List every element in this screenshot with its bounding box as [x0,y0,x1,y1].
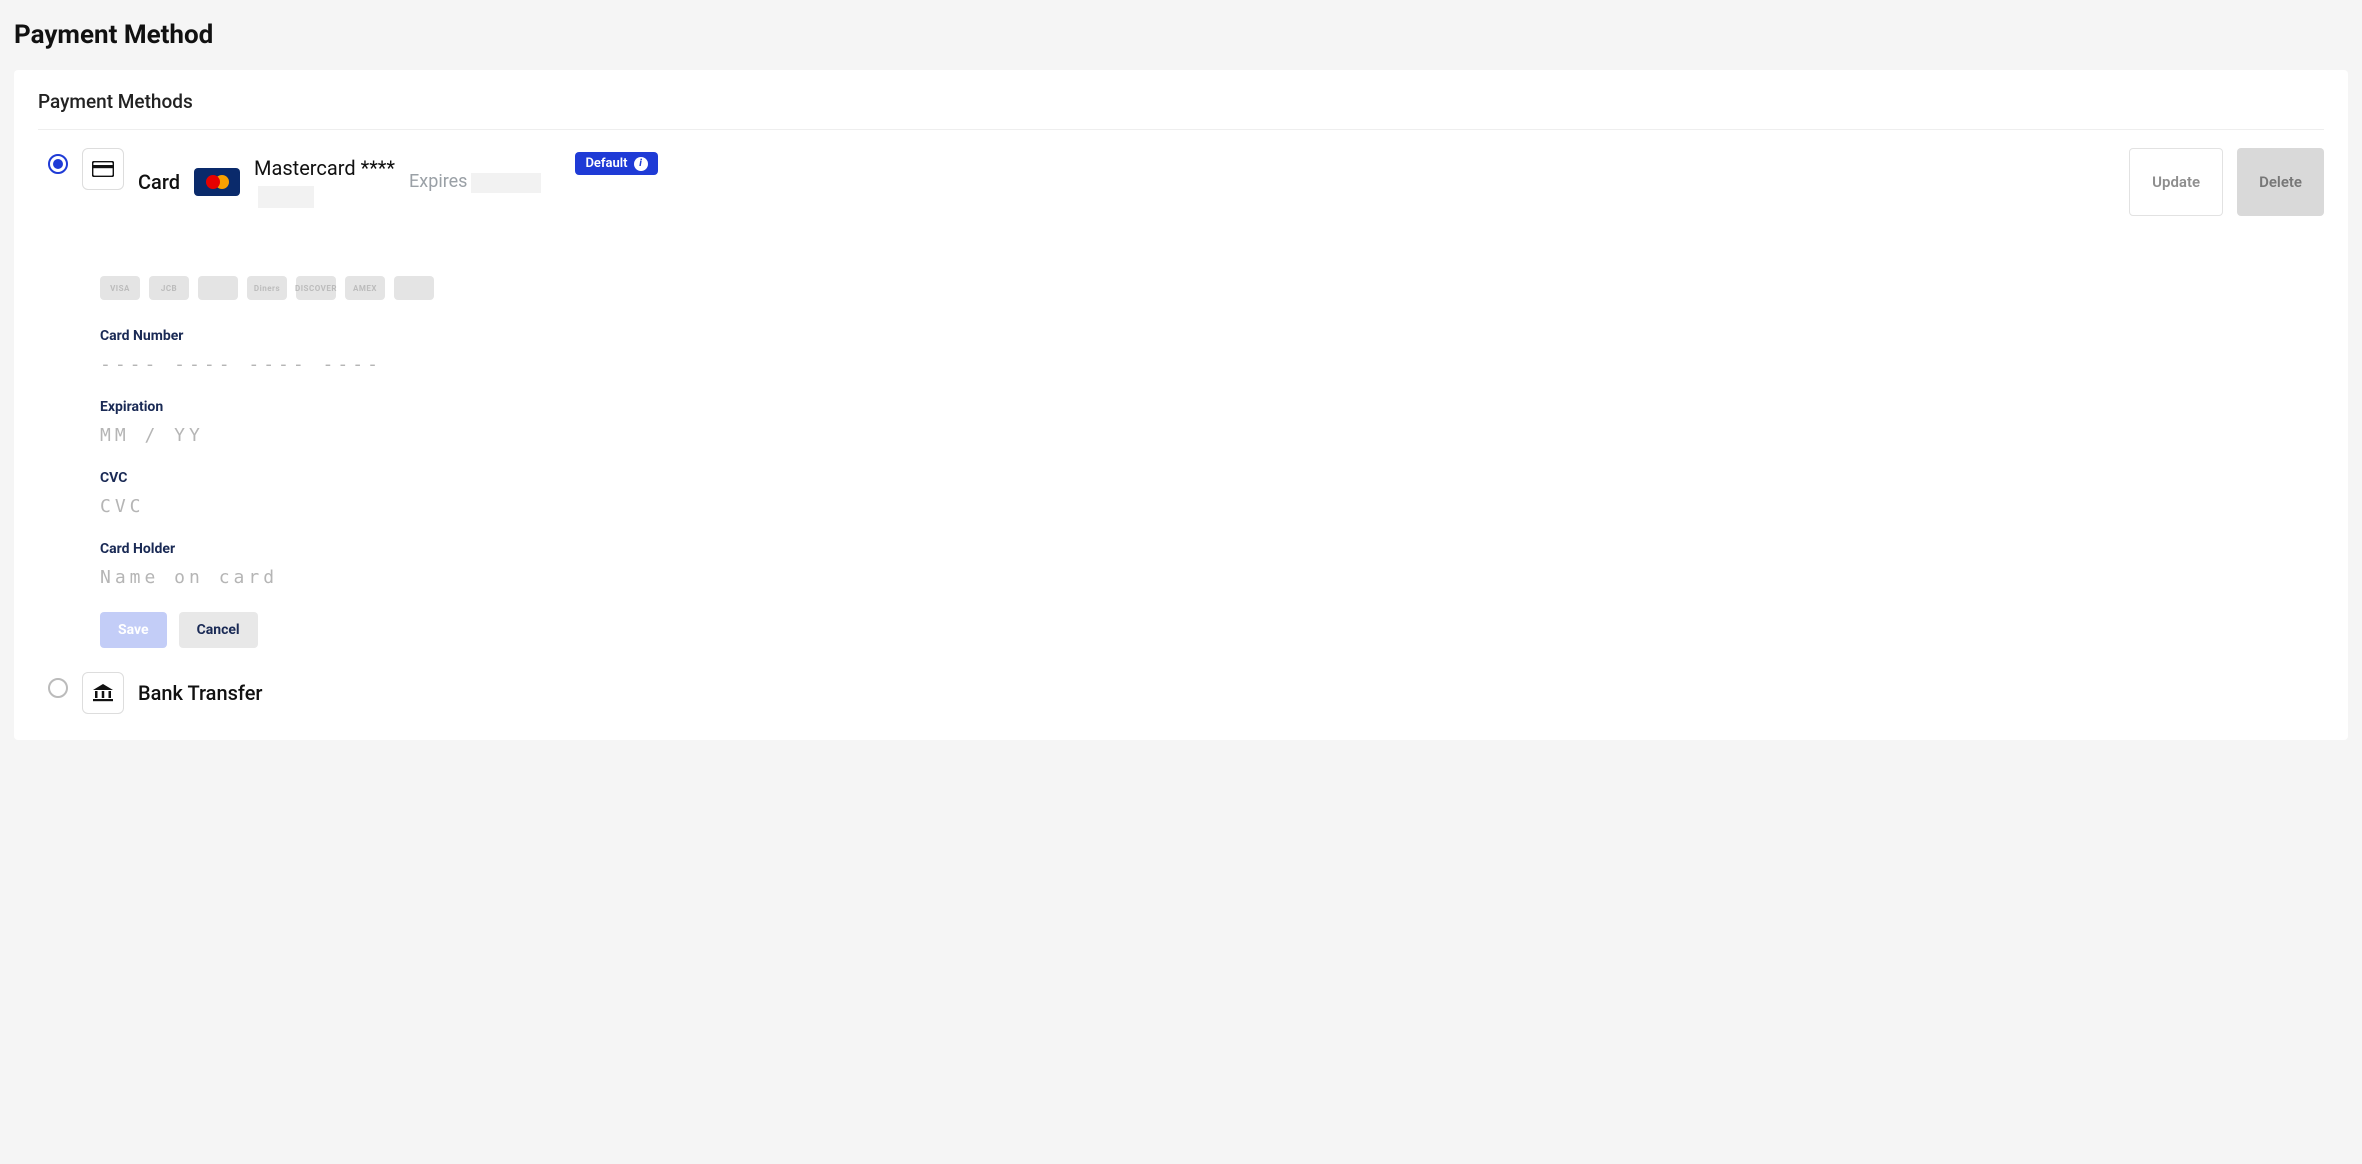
info-icon: i [634,157,648,171]
mastercard-logo [194,168,240,196]
accepted-brands-strip: VISA JCB Diners DISCOVER AMEX [100,276,620,300]
redacted-block [258,186,314,208]
brand-amex-icon: AMEX [345,276,385,300]
brand-diners-icon: Diners [247,276,287,300]
radio-card[interactable] [48,154,68,174]
cvc-label: CVC [100,470,620,486]
brand-visa-icon: VISA [100,276,140,300]
card-icon [82,148,124,190]
card-number-input[interactable] [100,352,620,377]
brand-mastercard-icon [198,276,238,300]
brand-unionpay-icon [394,276,434,300]
card-holder-label: Card Holder [100,541,620,557]
brand-jcb-icon: JCB [149,276,189,300]
card-holder-input[interactable] [100,565,620,590]
cvc-input[interactable] [100,494,620,519]
method-label-bank: Bank Transfer [138,681,263,705]
redacted-inline [471,173,541,193]
update-button[interactable]: Update [2129,148,2223,216]
bank-icon [82,672,124,714]
payment-method-bank-row: Bank Transfer [38,648,2324,714]
radio-bank[interactable] [48,678,68,698]
brand-discover-icon: DISCOVER [296,276,336,300]
card-summary: Mastercard **** [254,156,395,180]
delete-button[interactable]: Delete [2237,148,2324,216]
save-button[interactable]: Save [100,612,167,648]
page-title: Payment Method [14,20,2348,50]
method-label-card: Card [138,170,180,194]
expiration-label: Expiration [100,399,620,415]
card-number-label: Card Number [100,328,620,344]
section-title: Payment Methods [38,90,2324,130]
expiration-input[interactable] [100,423,620,448]
expires-label: Expires [409,171,541,192]
payment-methods-panel: Payment Methods Card Mastercard **** [14,70,2348,740]
default-badge-text: Default [585,156,627,171]
payment-method-card-row: Card Mastercard **** Expires Default i [38,130,2324,216]
cancel-button[interactable]: Cancel [179,612,258,648]
default-badge[interactable]: Default i [575,152,657,175]
card-edit-form: VISA JCB Diners DISCOVER AMEX Card Numbe… [100,276,620,648]
